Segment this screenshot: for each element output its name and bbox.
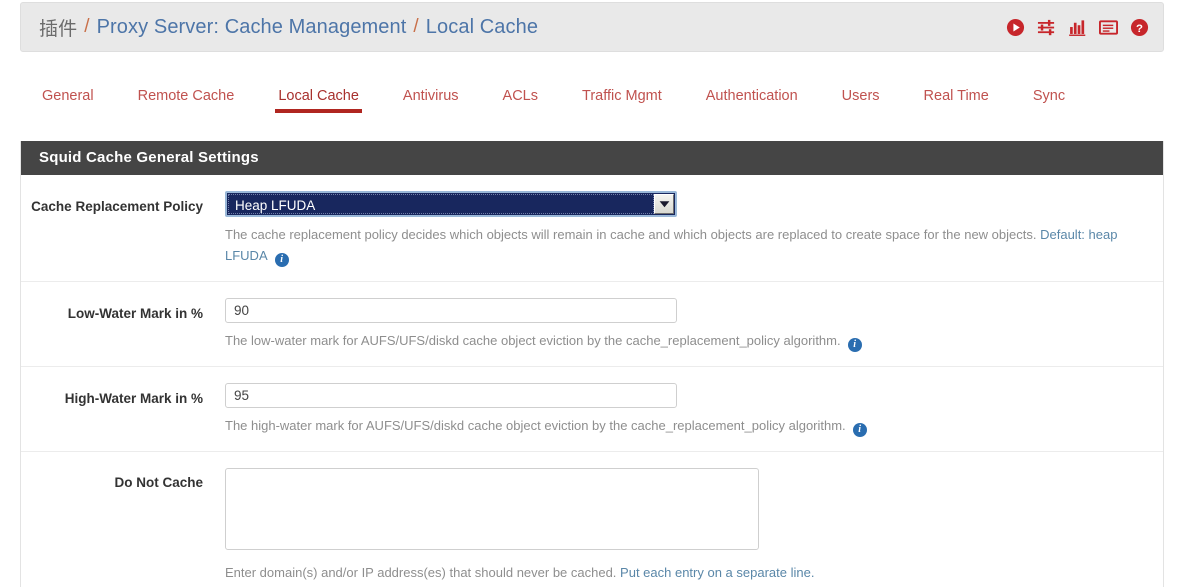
sliders-icon[interactable] (1037, 18, 1056, 37)
help-text-policy: The cache replacement policy decides whi… (225, 227, 1041, 242)
control-cache-replacement-policy: Heap LFUDA The cache replacement policy … (203, 191, 1163, 267)
cache-replacement-policy-select[interactable]: Heap LFUDA (225, 191, 677, 217)
control-high-water-mark: The high-water mark for AUFS/UFS/diskd c… (203, 383, 1163, 437)
tab-local-cache[interactable]: Local Cache (275, 74, 362, 113)
info-icon-high-water[interactable]: i (852, 423, 867, 437)
breadcrumb-separator-2: / (413, 16, 419, 37)
log-list-icon[interactable] (1099, 18, 1118, 37)
play-circle-icon[interactable] (1006, 18, 1025, 37)
help-circle-icon[interactable]: ? (1130, 18, 1149, 37)
label-low-water-mark: Low-Water Mark in % (67, 306, 203, 321)
page-root: 插件 / Proxy Server: Cache Management / Lo… (0, 0, 1182, 587)
settings-panel: Squid Cache General Settings Cache Repla… (20, 141, 1164, 587)
breadcrumb-current[interactable]: Local Cache (426, 16, 538, 39)
bar-chart-icon[interactable] (1068, 18, 1087, 37)
row-low-water-mark: Low-Water Mark in % The low-water mark f… (21, 282, 1163, 367)
help-text-high-water: The high-water mark for AUFS/UFS/diskd c… (225, 418, 846, 433)
row-do-not-cache: Do Not Cache Enter domain(s) and/or IP a… (21, 452, 1163, 587)
help-do-not-cache: Enter domain(s) and/or IP address(es) th… (225, 562, 1145, 583)
tab-bar: General Remote Cache Local Cache Antivir… (20, 74, 1164, 122)
breadcrumb-separator-1: / (84, 16, 90, 37)
label-high-water-mark: High-Water Mark in % (64, 391, 203, 406)
do-not-cache-textarea[interactable] (225, 468, 759, 550)
high-water-mark-input[interactable] (225, 383, 677, 408)
help-text-low-water: The low-water mark for AUFS/UFS/diskd ca… (225, 333, 841, 348)
breadcrumb-bar: 插件 / Proxy Server: Cache Management / Lo… (20, 2, 1164, 52)
tab-real-time[interactable]: Real Time (924, 74, 989, 113)
svg-text:?: ? (1136, 22, 1143, 34)
chevron-down-icon[interactable] (654, 194, 674, 214)
help-high-water-mark: The high-water mark for AUFS/UFS/diskd c… (225, 415, 1145, 437)
tab-traffic-mgmt[interactable]: Traffic Mgmt (582, 74, 662, 113)
breadcrumb-parent[interactable]: Proxy Server: Cache Management (97, 16, 407, 39)
tab-users[interactable]: Users (842, 74, 880, 113)
tab-general[interactable]: General (42, 74, 94, 113)
label-do-not-cache: Do Not Cache (114, 475, 203, 490)
cache-replacement-policy-value: Heap LFUDA (228, 194, 654, 214)
tab-acls[interactable]: ACLs (503, 74, 538, 113)
tab-sync[interactable]: Sync (1033, 74, 1065, 113)
low-water-mark-input[interactable] (225, 298, 677, 323)
row-cache-replacement-policy: Cache Replacement Policy Heap LFUDA The … (21, 175, 1163, 282)
breadcrumb-actions: ? (1006, 18, 1149, 37)
label-cache-replacement-policy: Cache Replacement Policy (31, 199, 203, 214)
do-not-cache-link[interactable]: Put each entry on a separate line. (620, 565, 814, 580)
row-high-water-mark: High-Water Mark in % The high-water mark… (21, 367, 1163, 452)
info-icon-low-water[interactable]: i (847, 338, 862, 352)
info-icon-policy[interactable]: i (274, 253, 289, 267)
help-low-water-mark: The low-water mark for AUFS/UFS/diskd ca… (225, 330, 1145, 352)
tab-antivirus[interactable]: Antivirus (403, 74, 459, 113)
breadcrumb-root[interactable]: 插件 (39, 14, 77, 41)
tab-authentication[interactable]: Authentication (706, 74, 798, 113)
tab-remote-cache[interactable]: Remote Cache (138, 74, 235, 113)
control-do-not-cache: Enter domain(s) and/or IP address(es) th… (203, 468, 1163, 583)
panel-title: Squid Cache General Settings (21, 141, 1163, 175)
help-text-do-not-cache: Enter domain(s) and/or IP address(es) th… (225, 565, 621, 580)
control-low-water-mark: The low-water mark for AUFS/UFS/diskd ca… (203, 298, 1163, 352)
help-cache-replacement-policy: The cache replacement policy decides whi… (225, 224, 1145, 267)
